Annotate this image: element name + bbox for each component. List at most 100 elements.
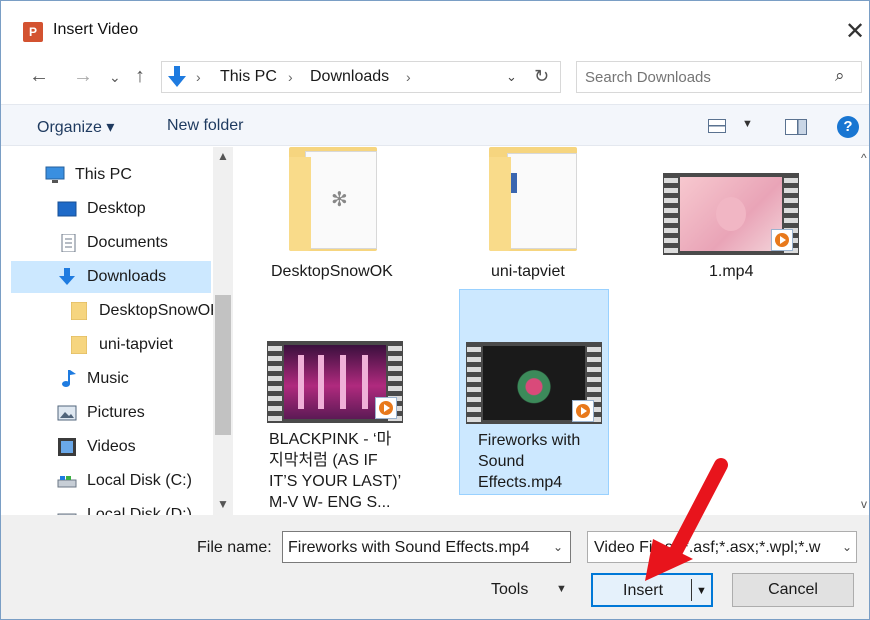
- video-frame: [483, 346, 585, 420]
- insert-video-dialog: P Insert Video ✕ ← → ⌄ ↑ › This PC › Dow…: [0, 0, 870, 620]
- scroll-up-icon[interactable]: ▲: [217, 149, 229, 163]
- sidebar-item-uni-tapviet[interactable]: uni-tapviet: [11, 329, 211, 361]
- organize-menu[interactable]: Organize ▾: [37, 117, 114, 137]
- drive-icon: [57, 476, 77, 488]
- file-name-line: BLACKPINK - ‘마: [269, 431, 392, 448]
- chevron-down-icon[interactable]: ⌄: [838, 540, 853, 554]
- file-name-line: Sound: [478, 453, 525, 470]
- sidebar-item-videos[interactable]: Videos: [11, 431, 211, 463]
- sidebar-item-label: Local Disk (D:): [87, 506, 192, 515]
- play-badge-icon: [771, 229, 793, 251]
- play-badge-icon: [572, 400, 594, 422]
- snowflake-icon: ✻: [331, 189, 348, 211]
- file-name-label: File name:: [197, 539, 272, 556]
- pictures-icon: [57, 405, 77, 421]
- sidebar-item-label: Local Disk (C:): [87, 472, 192, 489]
- folder-icon: [71, 336, 87, 354]
- scrollbar-thumb[interactable]: [215, 295, 231, 435]
- file-name-field[interactable]: Fireworks with Sound Effects.mp4 ⌄: [282, 531, 571, 563]
- file-item-video[interactable]: 1.mp4: [653, 159, 803, 287]
- refresh-icon[interactable]: ↻: [534, 66, 549, 87]
- file-type-select[interactable]: Video Files (*.asf;*.asx;*.wpl;*.w ⌄: [587, 531, 857, 563]
- recent-locations-chevron-icon[interactable]: ⌄: [109, 69, 121, 86]
- download-arrow-icon: [168, 66, 186, 87]
- sidebar-item-pictures[interactable]: Pictures: [11, 397, 211, 429]
- sidebar-item-label: Videos: [87, 438, 136, 455]
- file-name-line: Effects.mp4: [478, 474, 563, 491]
- file-item-folder[interactable]: ✻ DesktopSnowOK: [261, 147, 411, 287]
- insert-button-label: Insert: [623, 582, 664, 599]
- insert-button[interactable]: Insert ▼: [591, 573, 713, 607]
- search-icon[interactable]: ⌕: [835, 66, 845, 86]
- new-folder-button[interactable]: New folder: [167, 117, 243, 135]
- navigation-scrollbar[interactable]: ▲ ▼: [213, 147, 233, 515]
- forward-arrow-icon[interactable]: →: [73, 65, 93, 88]
- file-name-line: Fireworks with: [478, 432, 581, 449]
- bottom-panel: File name: Fireworks with Sound Effects.…: [1, 515, 869, 619]
- navigation-pane: This PC Desktop Documents Downloads Desk…: [11, 147, 233, 515]
- documents-icon: [61, 234, 76, 252]
- address-bar[interactable]: › This PC › Downloads › ⌄ ↻: [161, 61, 561, 93]
- file-item-video[interactable]: BLACKPINK - ‘마 지막처럼 (AS IF IT’S YOUR LAS…: [261, 337, 411, 515]
- file-list-scrollbar[interactable]: ^ v: [861, 147, 870, 515]
- sidebar-item-desktop[interactable]: Desktop: [11, 193, 211, 225]
- sidebar-item-label: Documents: [87, 234, 168, 251]
- sidebar-item-local-disk-c[interactable]: Local Disk (C:): [11, 465, 211, 497]
- desktop-icon: [57, 201, 77, 217]
- sidebar-item-label: Downloads: [87, 268, 167, 285]
- file-name-line: M-V W- ENG S...: [269, 494, 391, 511]
- sidebar-item-music[interactable]: Music: [11, 363, 211, 395]
- file-name: 1.mp4: [709, 263, 754, 280]
- dialog-title: Insert Video: [53, 21, 139, 38]
- sidebar-item-desktopsnowok[interactable]: DesktopSnowOK: [11, 295, 221, 327]
- change-view-icon[interactable]: [708, 119, 726, 133]
- title-bar: P Insert Video ✕: [1, 1, 869, 57]
- file-name: DesktopSnowOK: [271, 263, 393, 280]
- file-item-folder[interactable]: uni-tapviet: [469, 147, 619, 287]
- view-dropdown-icon[interactable]: ▼: [742, 118, 753, 130]
- breadcrumb-separator-icon: ›: [406, 69, 411, 85]
- scroll-down-icon[interactable]: v: [861, 497, 867, 511]
- powerpoint-icon: P: [23, 22, 43, 42]
- file-name-line: 지막처럼 (AS IF: [269, 452, 378, 469]
- search-box[interactable]: ⌕: [576, 61, 862, 93]
- scroll-up-icon[interactable]: ^: [861, 151, 867, 165]
- sidebar-item-local-disk-d[interactable]: Local Disk (D:): [11, 499, 211, 515]
- downloads-icon: [59, 268, 75, 285]
- folder-icon: [71, 302, 87, 320]
- sidebar-item-label: Desktop: [87, 200, 146, 217]
- cancel-button[interactable]: Cancel: [732, 573, 854, 607]
- command-toolbar: Organize ▾ New folder ▼ ?: [1, 104, 869, 146]
- help-icon[interactable]: ?: [837, 116, 859, 138]
- drive-icon: [57, 513, 77, 515]
- sidebar-item-label: uni-tapviet: [99, 336, 173, 353]
- breadcrumb-downloads[interactable]: Downloads: [310, 68, 389, 86]
- tools-menu[interactable]: Tools: [491, 581, 528, 599]
- file-name: Fireworks with Sound Effects.mp4: [478, 430, 580, 493]
- sidebar-item-this-pc[interactable]: This PC: [11, 159, 211, 191]
- close-icon[interactable]: ✕: [845, 17, 865, 46]
- breadcrumb-this-pc[interactable]: This PC: [220, 68, 277, 86]
- computer-icon: [45, 166, 65, 183]
- file-name-value[interactable]: Fireworks with Sound Effects.mp4: [288, 539, 530, 557]
- music-icon: [62, 370, 76, 387]
- scroll-down-icon[interactable]: ▼: [217, 497, 229, 511]
- tools-dropdown-icon[interactable]: ▼: [556, 583, 567, 595]
- back-arrow-icon[interactable]: ←: [29, 65, 49, 88]
- address-dropdown-icon[interactable]: ⌄: [506, 69, 517, 85]
- search-input[interactable]: [585, 67, 825, 87]
- up-arrow-icon[interactable]: ↑: [135, 65, 145, 88]
- sidebar-item-downloads[interactable]: Downloads: [11, 261, 211, 293]
- sidebar-item-label: Music: [87, 370, 129, 387]
- file-name: BLACKPINK - ‘마 지막처럼 (AS IF IT’S YOUR LAS…: [269, 429, 429, 513]
- file-name: uni-tapviet: [491, 263, 565, 280]
- play-badge-icon: [375, 397, 397, 419]
- file-item-video[interactable]: Fireworks with Sound Effects.mp4: [459, 289, 609, 495]
- file-type-value[interactable]: Video Files (*.asf;*.asx;*.wpl;*.w: [594, 539, 820, 557]
- file-list: ✻ DesktopSnowOK uni-tapviet 1.mp4 BLACKP…: [233, 147, 861, 515]
- folder-flap-icon: [289, 157, 311, 251]
- preview-pane-icon[interactable]: [785, 119, 807, 135]
- sidebar-item-documents[interactable]: Documents: [11, 227, 211, 259]
- chevron-down-icon[interactable]: ⌄: [553, 540, 563, 554]
- insert-dropdown-icon[interactable]: ▼: [696, 575, 707, 607]
